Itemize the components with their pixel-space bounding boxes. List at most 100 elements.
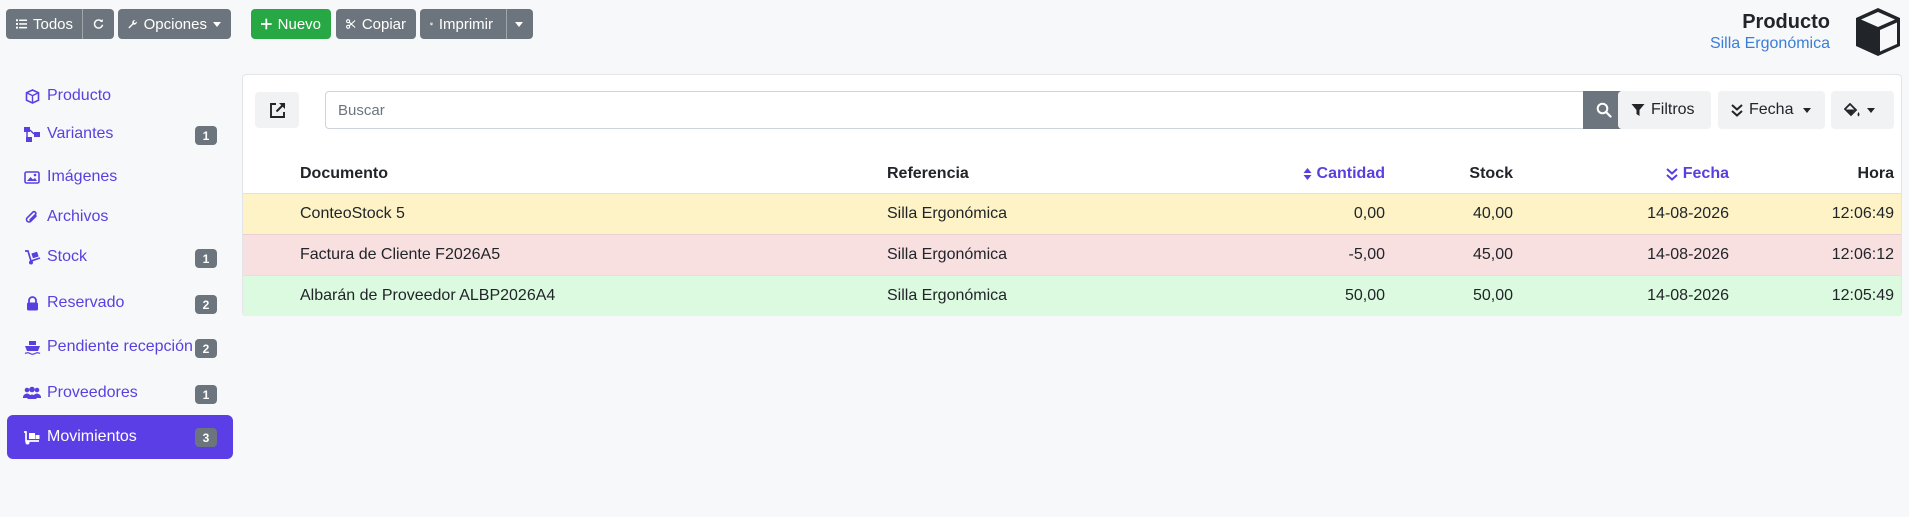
external-link-icon <box>269 102 285 118</box>
sidebar-item-imagenes[interactable]: Imágenes <box>7 156 233 198</box>
copiar-button[interactable]: Copiar <box>336 9 416 39</box>
cell-cantidad: -5,00 <box>1348 246 1385 263</box>
column-fecha-label: Fecha <box>1682 165 1729 182</box>
plus-icon <box>261 18 272 30</box>
fecha-sort-label: Fecha <box>1749 101 1794 118</box>
chevron-down-icon <box>213 21 221 27</box>
truck-loading-icon <box>23 428 41 446</box>
column-cantidad-label: Cantidad <box>1316 165 1385 182</box>
cell-stock: 50,00 <box>1472 287 1513 304</box>
chevron-down-icon <box>1867 107 1875 113</box>
cell-documento[interactable]: Factura de Cliente F2026A5 <box>300 235 500 275</box>
sidebar-item-movimientos[interactable]: Movimientos 3 <box>7 415 233 459</box>
cell-documento[interactable]: Albarán de Proveedor ALBP2026A4 <box>300 276 555 316</box>
print-icon <box>430 22 433 26</box>
open-external-button[interactable] <box>255 92 299 128</box>
page-title: Producto <box>1742 11 1830 33</box>
paint-bucket-icon <box>1844 102 1860 116</box>
lock-icon <box>23 294 41 312</box>
count-badge: 1 <box>195 126 217 145</box>
sidebar-item-archivos[interactable]: Archivos <box>7 196 233 238</box>
movements-panel: Buscar Filtros Fecha Documento Referenci… <box>242 74 1902 316</box>
sidebar-item-label: Movimientos <box>47 428 137 445</box>
sidebar-item-variantes[interactable]: Variantes 1 <box>7 113 233 155</box>
sidebar-item-reservado[interactable]: Reservado 2 <box>7 282 233 324</box>
imprimir-label: Imprimir <box>438 15 493 33</box>
sidebar-item-label: Archivos <box>47 208 109 225</box>
button-divider <box>82 9 83 39</box>
search-icon <box>1596 102 1612 118</box>
cell-fecha: 14-08-2026 <box>1647 205 1729 222</box>
button-divider <box>506 9 507 39</box>
sidebar-item-label: Proveedores <box>47 384 138 401</box>
sidebar-item-pendiente-recepcion[interactable]: Pendiente recepción 2 <box>7 326 233 368</box>
page-header: Producto Silla Ergonómica <box>1710 10 1830 54</box>
cube-icon <box>1856 8 1900 56</box>
column-fecha[interactable]: Fecha <box>1666 159 1729 189</box>
cell-referencia: Silla Ergonómica <box>887 246 1008 263</box>
opciones-label: Opciones <box>143 15 207 33</box>
sitemap-icon <box>23 125 41 143</box>
column-cantidad[interactable]: Cantidad <box>1303 159 1385 189</box>
cell-cantidad: 0,00 <box>1353 205 1385 222</box>
cell-documento[interactable]: ConteoStock 5 <box>300 194 405 234</box>
column-stock[interactable]: Stock <box>1469 159 1513 189</box>
list-icon <box>16 19 27 29</box>
filtros-button[interactable]: Filtros <box>1618 91 1711 129</box>
column-referencia[interactable]: Referencia <box>887 159 969 189</box>
count-badge: 1 <box>195 249 217 268</box>
chevron-down-icon <box>1803 107 1812 113</box>
sidebar-item-label: Producto <box>47 87 112 104</box>
filtros-label: Filtros <box>1651 101 1695 118</box>
sort-fecha-button[interactable]: Fecha <box>1718 91 1825 129</box>
search-input[interactable]: Buscar <box>325 91 1584 129</box>
opciones-button[interactable]: Opciones <box>118 9 231 39</box>
copiar-label: Copiar <box>361 15 406 33</box>
cell-stock: 40,00 <box>1472 205 1513 222</box>
table-row[interactable]: Albarán de Proveedor ALBP2026A4 Silla Er… <box>243 275 1901 316</box>
images-icon <box>23 168 41 186</box>
cell-stock: 45,00 <box>1472 246 1513 263</box>
wrench-icon <box>128 19 137 29</box>
sort-icon <box>1303 168 1312 180</box>
table-header: Documento Referencia Cantidad Stock Fech… <box>243 159 1901 189</box>
filter-icon <box>1631 104 1645 116</box>
count-badge: 1 <box>195 385 217 404</box>
users-icon <box>23 384 41 402</box>
color-options-button[interactable] <box>1831 91 1894 129</box>
cell-fecha: 14-08-2026 <box>1647 287 1729 304</box>
table-row[interactable]: Factura de Cliente F2026A5 Silla Ergonóm… <box>243 234 1901 275</box>
imprimir-button[interactable]: Imprimir <box>420 9 533 39</box>
nuevo-label: Nuevo <box>277 15 321 33</box>
cell-referencia: Silla Ergonómica <box>887 205 1008 222</box>
count-badge: 3 <box>195 428 217 447</box>
sidebar-item-stock[interactable]: Stock 1 <box>7 236 233 278</box>
todos-button[interactable]: Todos <box>6 9 114 39</box>
paperclip-icon <box>23 208 41 226</box>
ship-icon <box>23 338 41 356</box>
sidebar-item-label: Pendiente recepción <box>47 338 193 355</box>
table-row[interactable]: ConteoStock 5 Silla Ergonómica 0,00 40,0… <box>243 193 1901 234</box>
column-hora[interactable]: Hora <box>1858 159 1894 189</box>
sidebar-item-proveedores[interactable]: Proveedores 1 <box>7 372 233 414</box>
scissors-icon <box>346 19 356 29</box>
dolly-icon <box>23 248 41 266</box>
refresh-icon[interactable] <box>93 17 104 31</box>
cell-cantidad: 50,00 <box>1344 287 1385 304</box>
nuevo-button[interactable]: Nuevo <box>251 9 331 39</box>
count-badge: 2 <box>195 295 217 314</box>
cell-hora: 12:05:49 <box>1831 287 1894 304</box>
chevron-down-icon[interactable] <box>515 21 523 27</box>
angles-down-icon <box>1666 167 1678 181</box>
angles-down-icon <box>1731 103 1743 117</box>
column-documento[interactable]: Documento <box>300 159 388 189</box>
sidebar-item-label: Reservado <box>47 294 125 311</box>
sidebar-item-label: Variantes <box>47 125 114 142</box>
cube-icon <box>23 87 41 105</box>
sidebar-item-label: Imágenes <box>47 168 118 185</box>
page-subtitle[interactable]: Silla Ergonómica <box>1710 34 1830 54</box>
cell-fecha: 14-08-2026 <box>1647 246 1729 263</box>
sidebar-item-producto[interactable]: Producto <box>7 75 233 117</box>
cell-referencia: Silla Ergonómica <box>887 287 1008 304</box>
cell-hora: 12:06:49 <box>1831 205 1894 222</box>
